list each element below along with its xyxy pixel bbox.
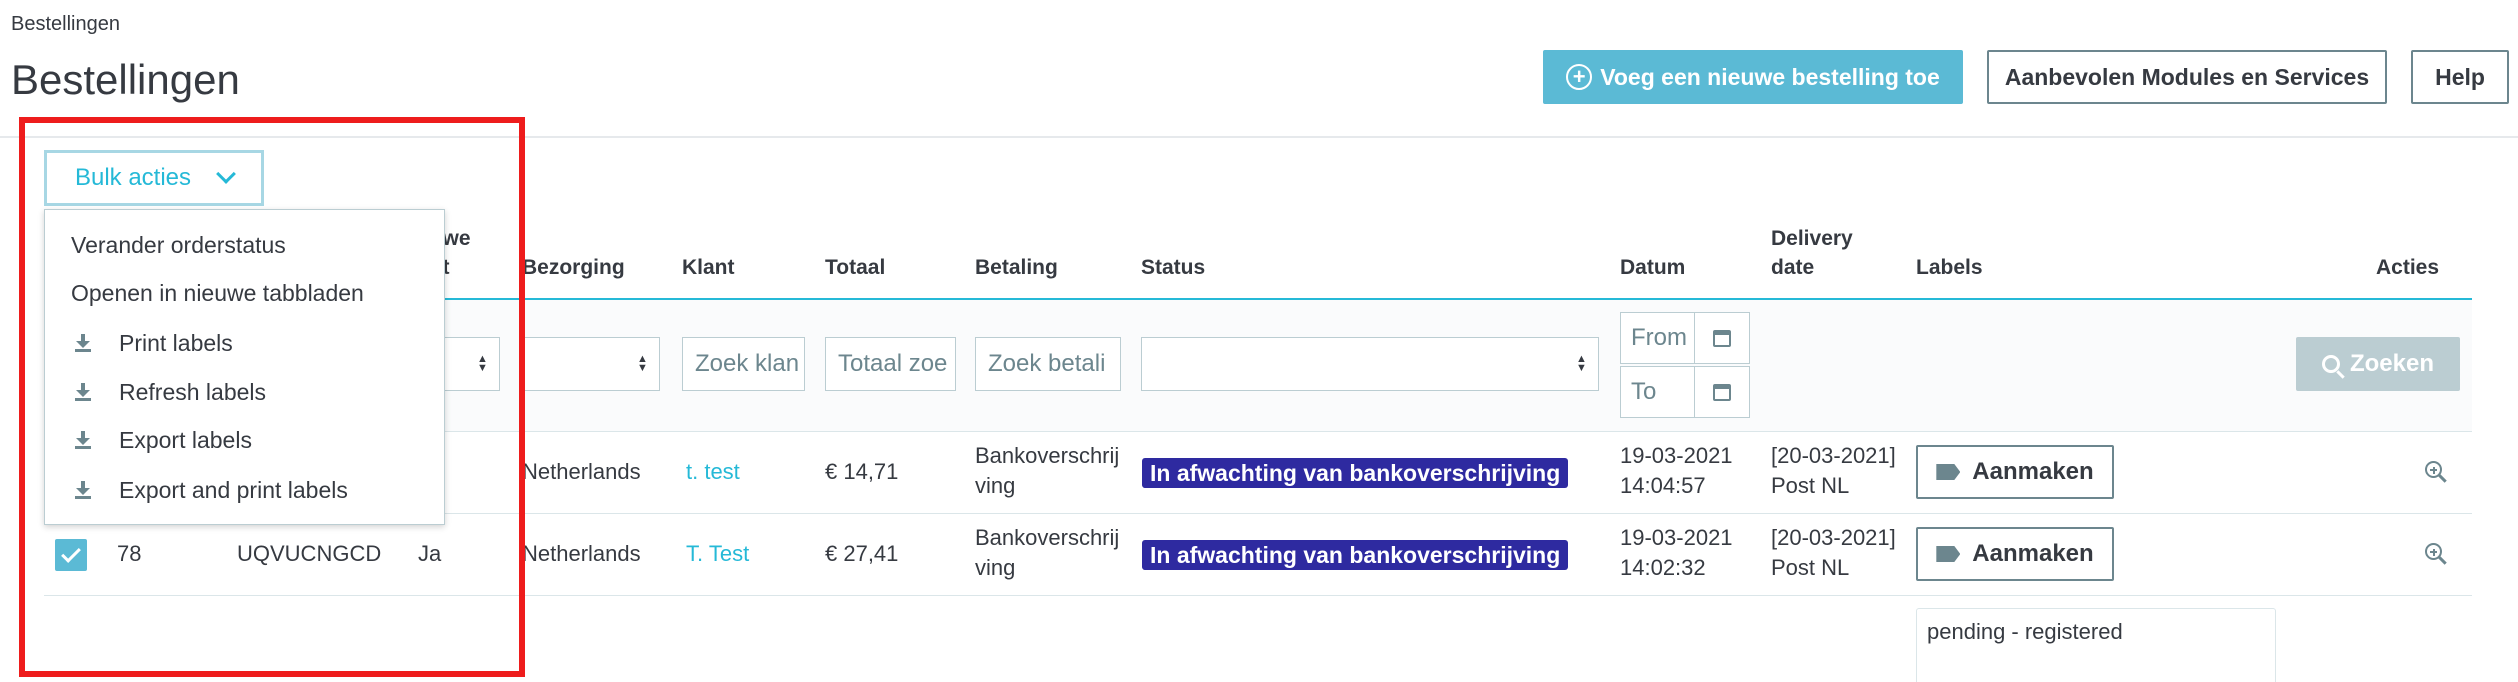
download-icon — [75, 431, 91, 449]
status-badge: In afwachting van bankoverschrijving — [1142, 458, 1569, 488]
row-delivery: Netherlands — [522, 541, 641, 566]
row-new-customer: Ja — [418, 541, 442, 566]
bulk-actions-button[interactable]: Bulk acties — [44, 150, 264, 206]
row-delivery-date-2: Post NL — [1771, 555, 1850, 580]
row-total: € 27,41 — [825, 541, 899, 566]
select-arrows-icon: ▲ ▼ — [1576, 353, 1587, 374]
select-arrows-icon: ▲ ▼ — [637, 353, 648, 374]
menu-item-export-print-labels[interactable]: Export and print labels — [45, 470, 444, 510]
total-search-input[interactable]: Totaal zoe — [825, 337, 956, 391]
chevron-down-icon — [216, 164, 236, 184]
row-customer-link[interactable]: T. Test — [686, 539, 749, 569]
row-payment-1: Bankoverschrij — [975, 443, 1120, 468]
menu-item-refresh-labels[interactable]: Refresh labels — [45, 372, 444, 412]
search-icon — [2321, 355, 2340, 373]
col-delivery[interactable]: Bezorging — [522, 253, 625, 283]
row-delivery-date-1: [20-03-2021] — [1771, 443, 1896, 468]
add-order-button[interactable]: + Voeg een nieuwe bestelling toe — [1543, 50, 1963, 104]
help-button[interactable]: Help — [2411, 50, 2509, 104]
col-delivery-date-1[interactable]: Delivery — [1771, 224, 1853, 254]
date-from-input[interactable]: From — [1620, 312, 1696, 364]
row-reference: UQVUCNGCD — [237, 541, 382, 566]
calendar-icon — [1713, 383, 1731, 401]
create-label-button[interactable]: Aanmaken — [1916, 445, 2114, 499]
label-status-text: pending - registered — [1927, 619, 2123, 644]
add-order-label: Voeg een nieuwe bestelling toe — [1600, 63, 1940, 90]
row-date-1: 19-03-2021 — [1620, 525, 1733, 550]
row-date-1: 19-03-2021 — [1620, 443, 1733, 468]
row-delivery: Netherlands — [522, 459, 641, 484]
col-customer[interactable]: Klant — [682, 253, 735, 283]
payment-search-input[interactable]: Zoek betali — [975, 337, 1121, 391]
status-badge: In afwachting van bankoverschrijving — [1142, 540, 1569, 570]
col-actions: Acties — [2376, 256, 2440, 279]
menu-item-change-status[interactable]: Verander orderstatus — [45, 225, 444, 265]
bulk-actions-menu: Verander orderstatus Openen in nieuwe ta… — [44, 209, 445, 525]
create-label-button[interactable]: Aanmaken — [1916, 527, 2114, 581]
menu-item-label: Verander orderstatus — [71, 231, 286, 258]
tag-icon — [1936, 546, 1961, 562]
menu-item-export-labels[interactable]: Export labels — [45, 420, 444, 460]
calendar-icon — [1713, 329, 1731, 347]
checkmark-icon — [61, 543, 81, 563]
row-payment-2: ving — [975, 473, 1016, 498]
search-button[interactable]: Zoeken — [2296, 337, 2460, 391]
date-to-input[interactable]: To — [1620, 366, 1696, 418]
search-button-label: Zoeken — [2349, 350, 2435, 377]
download-icon — [75, 383, 91, 401]
row-payment-1: Bankoverschrij — [975, 525, 1120, 550]
col-payment[interactable]: Betaling — [975, 253, 1058, 283]
select-arrows-icon: ▲ ▼ — [477, 353, 488, 374]
status-filter[interactable]: ▲ ▼ — [1141, 337, 1599, 391]
col-status[interactable]: Status — [1141, 253, 1205, 283]
row-delivery-date-2: Post NL — [1771, 473, 1850, 498]
row-delivery-date-1: [20-03-2021] — [1771, 525, 1896, 550]
row-total: € 14,71 — [825, 459, 899, 484]
breadcrumb[interactable]: Bestellingen — [11, 13, 120, 36]
row-date-2: 14:04:57 — [1620, 473, 1706, 498]
page-header: Bestellingen Bestellingen + Voeg een nie… — [0, 0, 2518, 138]
menu-item-label: Refresh labels — [119, 378, 267, 405]
date-from-picker[interactable] — [1694, 312, 1750, 364]
tag-icon — [1936, 464, 1961, 480]
recommended-modules-button[interactable]: Aanbevolen Modules en Services — [1987, 50, 2387, 104]
col-labels: Labels — [1916, 256, 1983, 279]
menu-item-label: Openen in nieuwe tabbladen — [71, 279, 364, 306]
view-order-icon[interactable] — [2425, 461, 2447, 483]
create-label-text: Aanmaken — [1972, 540, 2094, 567]
col-total[interactable]: Totaal — [825, 253, 885, 283]
col-date[interactable]: Datum — [1620, 253, 1685, 283]
date-to-picker[interactable] — [1694, 366, 1750, 418]
row-customer-link[interactable]: t. test — [686, 457, 740, 487]
menu-item-label: Print labels — [119, 329, 233, 356]
label-status-box: pending - registered — [1916, 608, 2276, 682]
row-checkbox[interactable] — [55, 539, 87, 571]
menu-item-print-labels[interactable]: Print labels — [45, 323, 444, 363]
row-payment-2: ving — [975, 555, 1016, 580]
menu-item-label: Export labels — [119, 426, 252, 453]
col-delivery-date-2[interactable]: date — [1771, 253, 1814, 283]
download-icon — [75, 334, 91, 352]
create-label-text: Aanmaken — [1972, 458, 2094, 485]
page-title: Bestellingen — [11, 56, 240, 103]
menu-item-label: Export and print labels — [119, 476, 348, 503]
bulk-actions-label: Bulk acties — [74, 164, 192, 191]
plus-circle-icon: + — [1566, 64, 1593, 90]
view-order-icon[interactable] — [2425, 543, 2447, 565]
row-date-2: 14:02:32 — [1620, 555, 1706, 580]
row-id: 78 — [117, 541, 142, 566]
menu-item-open-new-tabs[interactable]: Openen in nieuwe tabbladen — [45, 273, 444, 313]
download-icon — [75, 481, 91, 499]
delivery-filter[interactable]: ▲ ▼ — [522, 337, 660, 391]
customer-search-input[interactable]: Zoek klan — [682, 337, 805, 391]
